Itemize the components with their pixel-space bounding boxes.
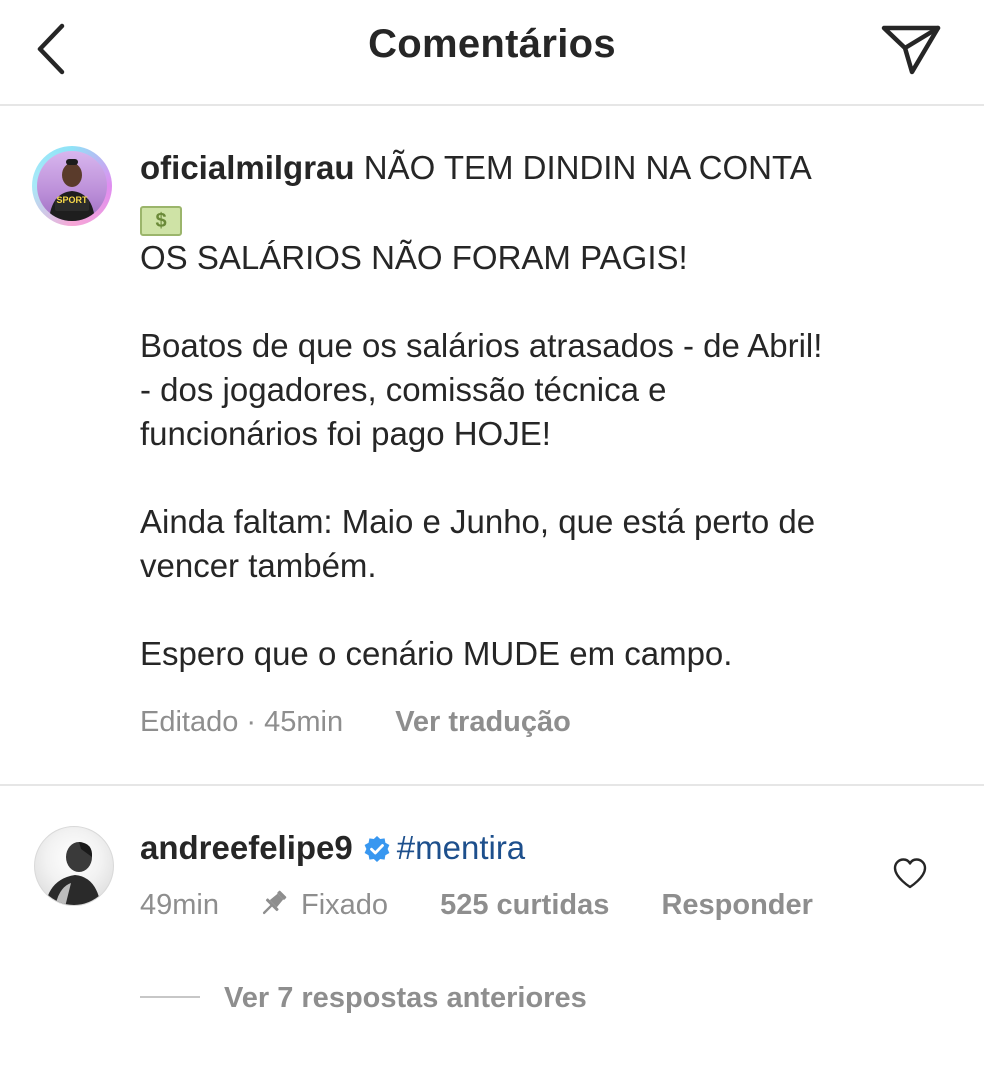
pinned-label: Fixado — [301, 889, 389, 921]
like-button[interactable] — [892, 856, 928, 892]
avatar[interactable] — [34, 826, 114, 906]
view-replies-button[interactable]: Ver 7 respostas anteriores — [140, 982, 587, 1015]
view-replies-label: Ver 7 respostas anteriores — [224, 982, 587, 1014]
profile-person-icon — [49, 159, 95, 221]
caption-username[interactable]: oficialmilgrau — [140, 149, 355, 186]
comment-hashtag[interactable]: #mentira — [397, 829, 525, 866]
share-button[interactable] — [876, 18, 944, 80]
translate-button[interactable]: Ver tradução — [395, 706, 571, 738]
caption-timestamp: Editado · 45min — [140, 706, 344, 738]
caption-paragraph-3-line-1: Espero que o cenário MUDE em campo. — [140, 635, 733, 672]
pin-icon — [262, 890, 287, 915]
paper-plane-icon — [881, 25, 941, 75]
comment-username[interactable]: andreefelipe9 — [140, 829, 353, 866]
caption-paragraph-1-line-2: - dos jogadores, comissão técnica e — [140, 371, 667, 408]
avatar-photo: SPORT — [37, 151, 107, 221]
caption-line-2: OS SALÁRIOS NÃO FORAM PAGIS! — [140, 239, 688, 276]
caption-paragraph-2-line-2: vencer também. — [140, 547, 377, 584]
header-bar: Comentários — [0, 0, 984, 106]
profile-person-icon — [45, 842, 101, 905]
caption-paragraph-1-line-1: Boatos de que os salários atrasados - de… — [140, 327, 823, 364]
caption-paragraph-1-line-3: funcionários foi pago HOJE! — [140, 415, 551, 452]
heart-icon — [893, 858, 927, 889]
likes-count[interactable]: 525 curtidas — [440, 889, 609, 922]
comment-item: andreefelipe9 #mentira 49min Fixado 525 … — [0, 786, 984, 1065]
comment-meta: 49min Fixado 525 curtidas Responder — [140, 886, 813, 922]
avatar[interactable]: SPORT — [32, 146, 112, 226]
reply-button[interactable]: Responder — [661, 889, 812, 922]
caption-text: oficialmilgrau NÃO TEM DINDIN NA CONTA $… — [140, 146, 940, 676]
replies-divider — [140, 996, 200, 998]
money-bill-emoji-icon: $ — [140, 206, 182, 236]
avatar-badge: SPORT — [56, 195, 88, 205]
caption-line-1: NÃO TEM DINDIN NA CONTA — [363, 149, 812, 186]
verified-badge-icon — [364, 836, 390, 862]
post-caption: SPORT oficialmilgrau NÃO TEM DINDIN NA C… — [0, 106, 984, 786]
page-title: Comentários — [368, 22, 616, 66]
caption-meta: Editado · 45min Ver tradução — [140, 706, 571, 739]
caption-paragraph-2-line-1: Ainda faltam: Maio e Junho, que está per… — [140, 503, 816, 540]
comment-timestamp: 49min — [140, 889, 219, 921]
comment-text-line: andreefelipe9 #mentira — [140, 826, 525, 870]
